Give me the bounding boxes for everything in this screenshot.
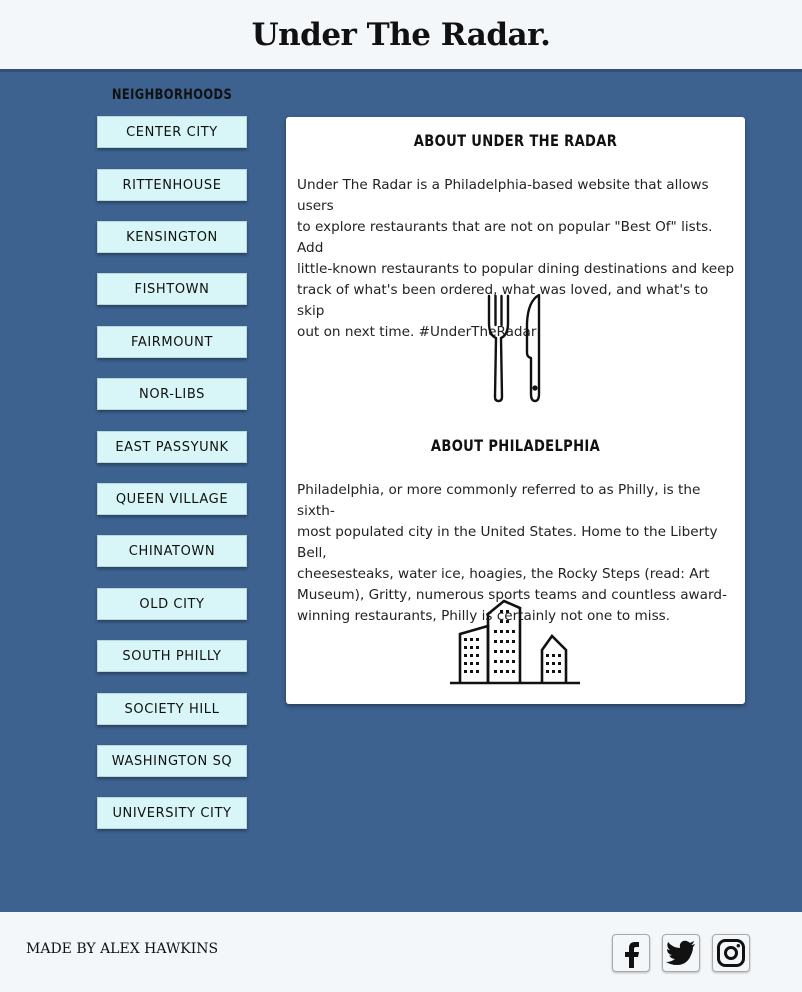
city-skyline-icon [450,599,580,685]
neighborhood-button-washington-sq[interactable]: WASHINGTON SQ [97,745,247,777]
about-card: ABOUT UNDER THE RADAR Under The Radar is… [286,117,745,704]
site-header: Under The Radar. [0,0,802,72]
author-credit: MADE BY ALEX HAWKINS [26,941,219,957]
about-city-heading: ABOUT PHILADELPHIA [430,436,601,455]
neighborhood-button-south-philly[interactable]: SOUTH PHILLY [97,640,247,672]
neighborhood-button-university-city[interactable]: UNIVERSITY CITY [97,797,247,829]
instagram-link[interactable] [712,934,750,972]
neighborhood-button-queen-village[interactable]: QUEEN VILLAGE [97,483,247,515]
neighborhood-button-fishtown[interactable]: FISHTOWN [97,273,247,305]
site-title[interactable]: Under The Radar. [252,17,551,53]
neighborhood-button-nor-libs[interactable]: NOR-LIBS [97,378,247,410]
instagram-icon [717,939,745,967]
facebook-link[interactable] [612,934,650,972]
neighborhood-button-east-passyunk[interactable]: EAST PASSYUNK [97,431,247,463]
fork-knife-icon [487,293,541,403]
twitter-link[interactable] [662,934,700,972]
neighborhood-button-kensington[interactable]: KENSINGTON [97,221,247,253]
about-site-heading: ABOUT UNDER THE RADAR [413,131,618,150]
neighborhood-button-rittenhouse[interactable]: RITTENHOUSE [97,169,247,201]
sidebar-heading: NEIGHBORHOODS [111,87,233,103]
site-footer: MADE BY ALEX HAWKINS [0,912,802,992]
neighborhood-button-fairmount[interactable]: FAIRMOUNT [97,326,247,358]
neighborhood-button-center-city[interactable]: CENTER CITY [97,116,247,148]
neighborhood-button-chinatown[interactable]: CHINATOWN [97,535,247,567]
neighborhood-button-old-city[interactable]: OLD CITY [97,588,247,620]
neighborhood-button-society-hill[interactable]: SOCIETY HILL [97,693,247,725]
facebook-icon [625,942,639,968]
twitter-icon [666,940,695,965]
